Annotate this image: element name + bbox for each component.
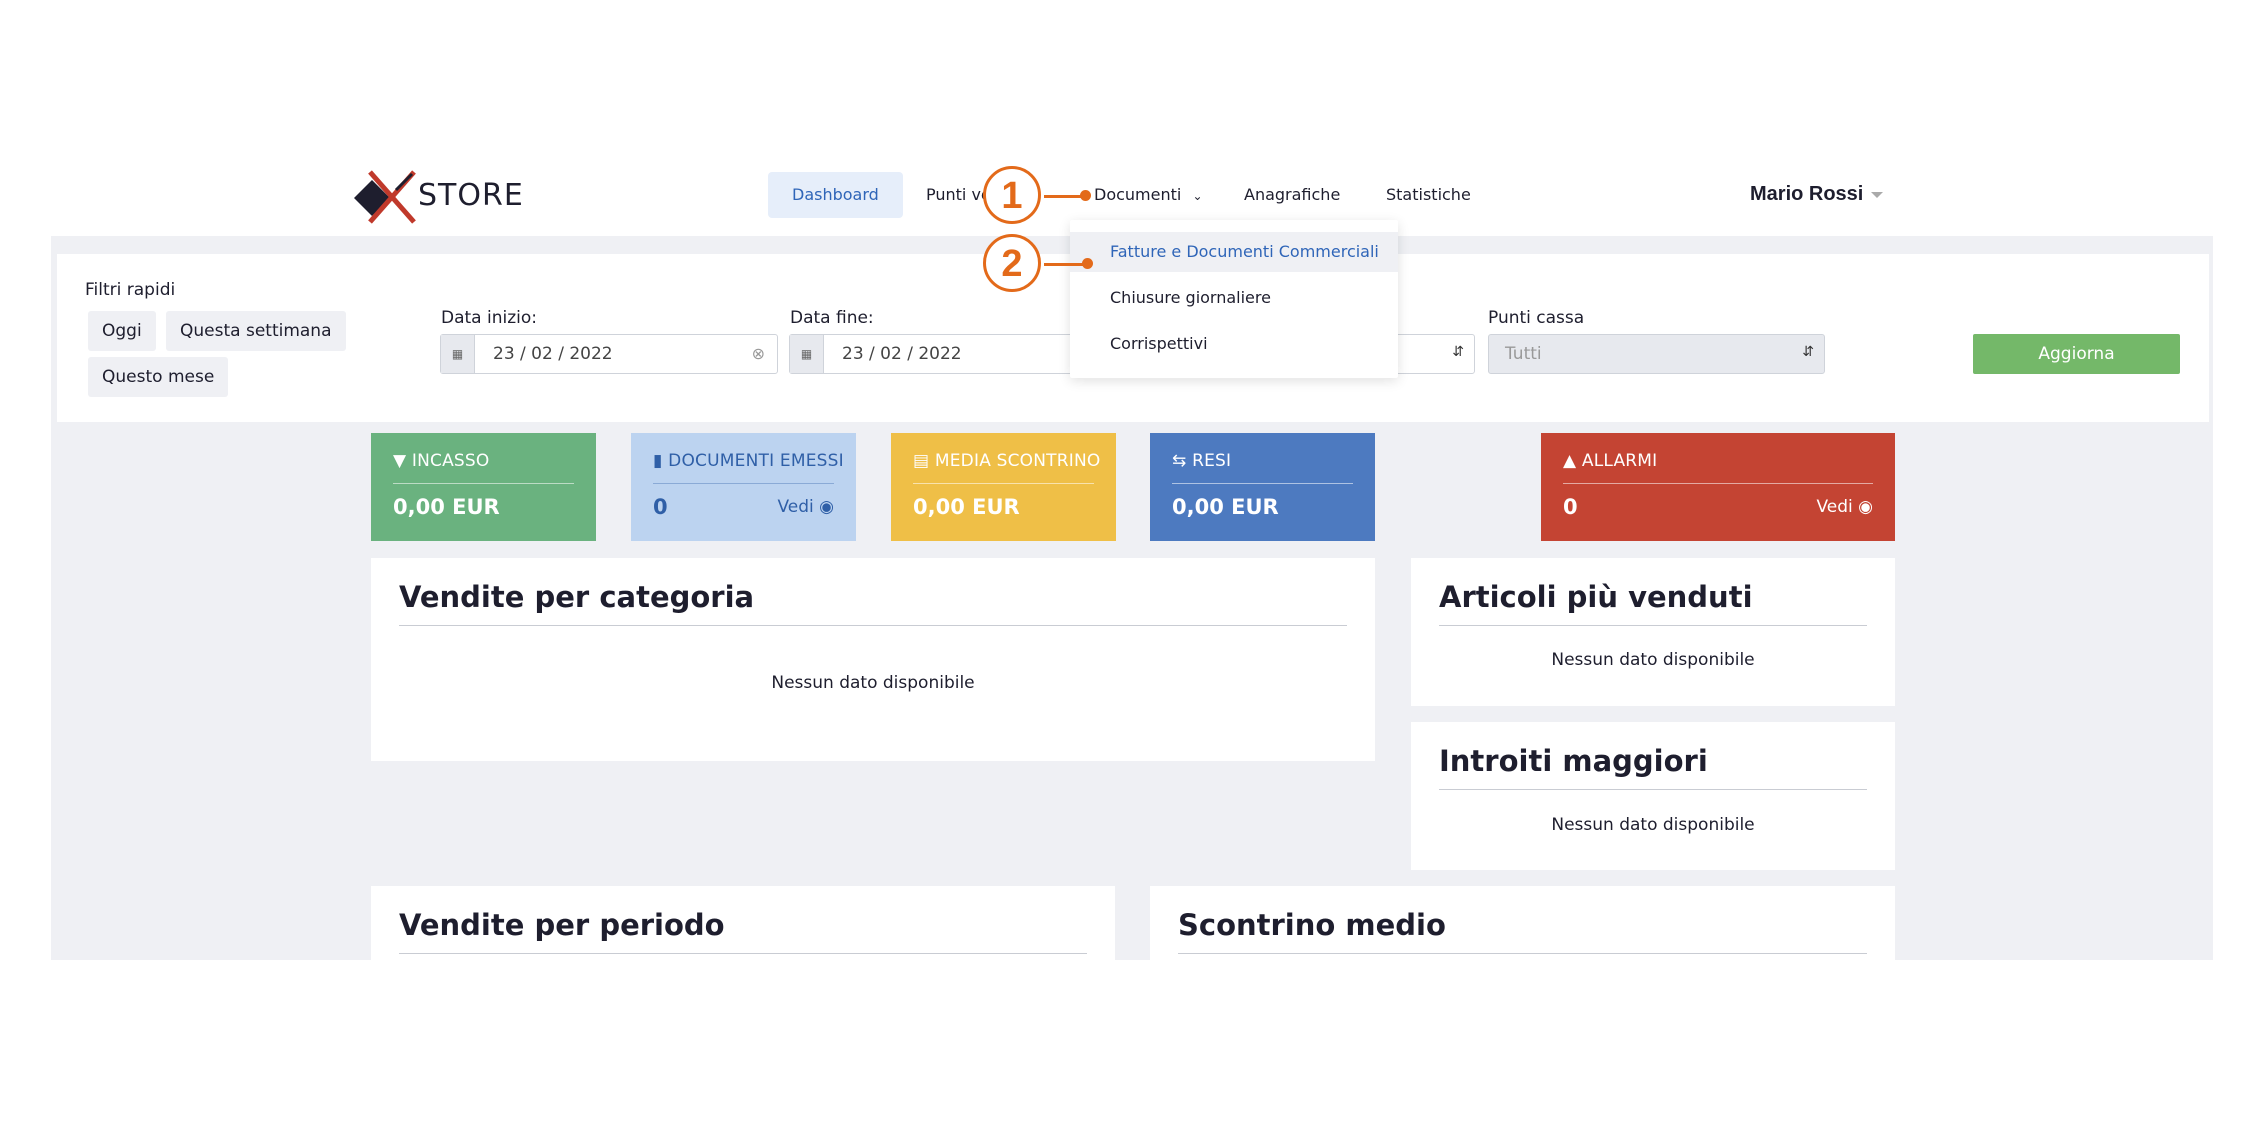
nav-documenti-label: Documenti: [1094, 185, 1182, 204]
clear-icon[interactable]: ⊗: [752, 344, 765, 363]
documenti-dropdown: Fatture e Documenti Commerciali Chiusure…: [1070, 220, 1398, 378]
tile-documenti-link-label: Vedi: [777, 497, 814, 517]
calendar-icon: ▦: [790, 335, 824, 373]
tile-documenti-link[interactable]: Vedi ◉: [777, 497, 834, 517]
tile-documenti-emessi: ▮ DOCUMENTI EMESSI 0 Vedi ◉: [631, 433, 856, 541]
select-arrows-icon: ⇵: [1452, 344, 1464, 360]
select-arrows-icon: ⇵: [1802, 344, 1814, 360]
tile-documenti-title: DOCUMENTI EMESSI: [668, 451, 844, 471]
document-icon: ▮: [653, 451, 663, 471]
logo-text: STORE: [418, 178, 524, 213]
annotation-marker-2: 2: [983, 234, 1041, 292]
tile-resi: ⇆ RESI 0,00 EUR: [1150, 433, 1375, 541]
warning-icon: ▲: [1563, 451, 1577, 471]
update-button[interactable]: Aggiorna: [1973, 334, 2180, 374]
tile-allarmi-title: ALLARMI: [1581, 451, 1658, 471]
tile-media-value: 0,00 EUR: [913, 495, 1020, 519]
annotation-connector-2: [1044, 263, 1086, 266]
tile-incasso-title: INCASSO: [411, 451, 490, 471]
card-introiti-maggiori: Introiti maggiori Nessun dato disponibil…: [1411, 722, 1895, 870]
card-title: Vendite per categoria: [399, 580, 755, 614]
nav-statistiche[interactable]: Statistiche: [1362, 172, 1495, 218]
chevron-down-icon: ⌄: [1192, 189, 1203, 203]
eye-icon: ◉: [1858, 497, 1873, 517]
tile-media-scontrino: ▤ MEDIA SCONTRINO 0,00 EUR: [891, 433, 1116, 541]
quick-filter-week[interactable]: Questa settimana: [166, 311, 346, 351]
start-date-field[interactable]: ▦ 23 / 02 / 2022 ⊗: [440, 334, 778, 374]
calendar-icon: ▦: [441, 335, 475, 373]
eye-icon: ◉: [819, 497, 834, 517]
end-date-field[interactable]: ▦ 23 / 02 / 2022: [789, 334, 1089, 374]
tile-documenti-value: 0: [653, 495, 668, 519]
annotation-dot-1: [1080, 190, 1091, 201]
card-title: Scontrino medio: [1178, 908, 1446, 942]
tile-media-title: MEDIA SCONTRINO: [934, 451, 1101, 471]
tile-resi-title: RESI: [1192, 451, 1232, 471]
tile-resi-value: 0,00 EUR: [1172, 495, 1279, 519]
tile-allarmi-link-label: Vedi: [1816, 497, 1853, 517]
start-date-value: 23 / 02 / 2022: [493, 344, 613, 364]
card-vendite-categoria: Vendite per categoria Nessun dato dispon…: [371, 558, 1375, 761]
quick-filters-label: Filtri rapidi: [85, 280, 176, 300]
exchange-icon: ⇆: [1172, 451, 1187, 471]
empty-state: Nessun dato disponibile: [1551, 815, 1755, 835]
receipt-icon: ▤: [913, 451, 930, 471]
user-name: Mario Rossi: [1750, 183, 1864, 205]
nav-documenti[interactable]: Documenti ⌄: [1070, 172, 1227, 218]
annotation-dot-2: [1082, 258, 1093, 269]
pos-label: Punti cassa: [1488, 308, 1585, 328]
card-vendite-periodo: Vendite per periodo: [371, 886, 1115, 960]
quick-filter-month[interactable]: Questo mese: [88, 357, 229, 397]
card-title: Introiti maggiori: [1439, 744, 1708, 778]
tile-allarmi-link[interactable]: Vedi ◉: [1816, 497, 1873, 517]
quick-filter-today[interactable]: Oggi: [88, 311, 156, 351]
empty-state: Nessun dato disponibile: [1551, 650, 1755, 670]
card-title: Articoli più venduti: [1439, 580, 1753, 614]
card-articoli-venduti: Articoli più venduti Nessun dato disponi…: [1411, 558, 1895, 706]
card-title: Vendite per periodo: [399, 908, 725, 942]
dropdown-item-chiusure[interactable]: Chiusure giornaliere: [1070, 278, 1398, 318]
hand-coin-icon: ▼: [393, 451, 407, 471]
annotation-marker-1: 1: [983, 166, 1041, 224]
pos-select-value: Tutti: [1505, 344, 1542, 364]
logo-mark-icon: [354, 170, 416, 224]
tile-allarmi: ▲ ALLARMI 0 Vedi ◉: [1541, 433, 1895, 541]
start-date-label: Data inizio:: [441, 308, 537, 328]
nav-anagrafiche[interactable]: Anagrafiche: [1220, 172, 1364, 218]
annotation-connector-1: [1044, 195, 1084, 198]
card-scontrino-medio: Scontrino medio: [1150, 886, 1895, 960]
empty-state: Nessun dato disponibile: [771, 673, 975, 693]
tile-incasso: ▼ INCASSO 0,00 EUR: [371, 433, 596, 541]
tile-allarmi-value: 0: [1563, 495, 1578, 519]
caret-down-icon: [1871, 191, 1884, 198]
nav-dashboard[interactable]: Dashboard: [768, 172, 903, 218]
user-menu[interactable]: Mario Rossi: [1750, 183, 1884, 206]
end-date-value: 23 / 02 / 2022: [842, 344, 962, 364]
dropdown-item-fatture[interactable]: Fatture e Documenti Commerciali: [1070, 232, 1398, 272]
dropdown-item-corrispettivi[interactable]: Corrispettivi: [1070, 324, 1398, 364]
end-date-label: Data fine:: [790, 308, 874, 328]
pos-select[interactable]: Tutti ⇵: [1488, 334, 1825, 374]
tile-incasso-value: 0,00 EUR: [393, 495, 500, 519]
